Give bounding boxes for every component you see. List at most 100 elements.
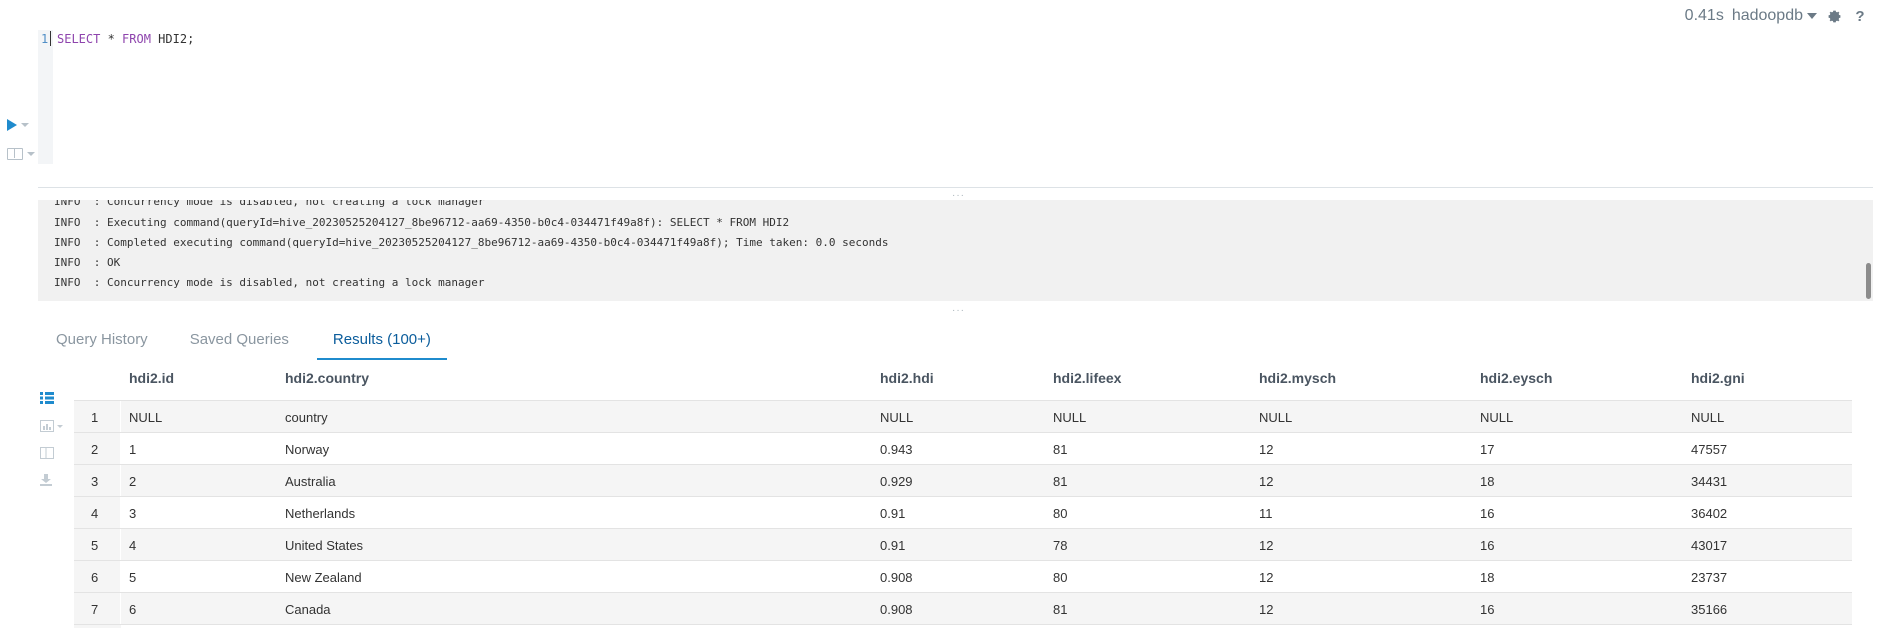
- cell-country: Norway: [285, 442, 330, 457]
- cell-gni: 47557: [1691, 442, 1728, 457]
- query-star: *: [100, 32, 123, 46]
- row-number: 2: [91, 442, 99, 457]
- log-line: INFO : Concurrency mode is disabled, not…: [54, 200, 485, 208]
- cell-lifeex: 78: [1053, 538, 1068, 553]
- cell-mysch: 12: [1259, 474, 1274, 489]
- play-icon[interactable]: [7, 119, 17, 131]
- cell-hdi: 0.929: [880, 474, 913, 489]
- database-selector[interactable]: hadoopdb: [1732, 7, 1817, 25]
- table-header: hdi2.id hdi2.country hdi2.hdi hdi2.lifee…: [74, 361, 1852, 400]
- tab-query-history[interactable]: Query History: [38, 324, 166, 360]
- cell-gni: 34431: [1691, 474, 1728, 489]
- cell-gni: 35166: [1691, 602, 1728, 617]
- log-line: INFO : Executing command(queryId=hive_20…: [54, 216, 790, 229]
- cell-eysch: 16: [1480, 538, 1495, 553]
- cell-mysch: 12: [1259, 570, 1274, 585]
- row-number-cell: 4: [74, 497, 121, 529]
- question-icon[interactable]: ?: [1851, 7, 1869, 25]
- cell-hdi: 0.908: [880, 570, 913, 585]
- chevron-down-icon[interactable]: [27, 152, 35, 156]
- cell-lifeex: 80: [1053, 506, 1068, 521]
- cell-eysch: NULL: [1480, 410, 1514, 425]
- cell-lifeex: NULL: [1053, 410, 1087, 425]
- snippet-actions[interactable]: [7, 148, 35, 160]
- cell-hdi: 0.91: [880, 506, 906, 521]
- column-header[interactable]: hdi2.lifeex: [1053, 370, 1121, 386]
- table-row[interactable]: 2 1 Norway 0.943 81 12 17 47557: [74, 432, 1852, 465]
- chart-icon[interactable]: [40, 419, 64, 437]
- keyword-select: SELECT: [57, 32, 101, 46]
- cell-mysch: 11: [1259, 506, 1273, 521]
- log-line: INFO : OK: [54, 256, 121, 269]
- column-header[interactable]: hdi2.hdi: [880, 370, 934, 386]
- table-row[interactable]: 6 5 New Zealand 0.908 80 12 18 23737: [74, 560, 1852, 593]
- cell-hdi: NULL: [880, 410, 914, 425]
- row-number: 6: [91, 570, 99, 585]
- download-icon[interactable]: [40, 473, 52, 491]
- cell-hdi: 0.908: [880, 602, 913, 617]
- row-number: 4: [91, 506, 99, 521]
- table-row[interactable]: 1 NULL country NULL NULL NULL NULL NULL: [74, 400, 1852, 433]
- top-status-bar: 0.41s hadoopdb ?: [1685, 7, 1869, 25]
- log-scrollbar[interactable]: [1866, 263, 1871, 299]
- sql-editor[interactable]: 1 SELECT * FROM HDI2;: [38, 30, 1873, 164]
- cell-eysch: 17: [1480, 442, 1495, 457]
- book-icon[interactable]: [7, 148, 23, 160]
- table-row[interactable]: 5 4 United States 0.91 78 12 16 43017: [74, 528, 1852, 561]
- cell-eysch: 16: [1480, 506, 1495, 521]
- cell-gni: 36402: [1691, 506, 1728, 521]
- cell-lifeex: 81: [1053, 442, 1068, 457]
- results-table: hdi2.id hdi2.country hdi2.hdi hdi2.lifee…: [74, 361, 1852, 628]
- cell-gni: 43017: [1691, 538, 1728, 553]
- row-number: 1: [91, 410, 99, 425]
- database-name: hadoopdb: [1731, 7, 1803, 24]
- cell-lifeex: 80: [1053, 570, 1068, 585]
- line-number: 1: [41, 32, 49, 46]
- cell-country: United States: [285, 538, 364, 553]
- query-table: HDI2;: [150, 32, 195, 46]
- grid-icon[interactable]: [40, 391, 54, 409]
- row-number-cell: 3: [74, 465, 121, 497]
- execution-time: 0.41s: [1684, 7, 1724, 24]
- cell-gni: 23737: [1691, 570, 1728, 585]
- cell-country: New Zealand: [285, 570, 362, 585]
- column-header[interactable]: hdi2.country: [285, 370, 369, 386]
- row-number-cell: 2: [74, 433, 121, 465]
- cell-id: 5: [129, 570, 137, 585]
- tab-saved-queries[interactable]: Saved Queries: [166, 324, 307, 360]
- cell-mysch: 12: [1259, 538, 1274, 553]
- cell-mysch: NULL: [1259, 410, 1293, 425]
- editor-divider: [38, 187, 1873, 188]
- text-cursor: [50, 31, 51, 46]
- row-number-cell: 1: [74, 401, 121, 433]
- column-header[interactable]: hdi2.id: [129, 370, 174, 386]
- resize-handle[interactable]: ···: [952, 306, 965, 316]
- gear-icon[interactable]: [1825, 7, 1843, 25]
- cell-mysch: 12: [1259, 602, 1274, 617]
- row-number: 7: [91, 602, 99, 617]
- execute-button[interactable]: [7, 119, 29, 131]
- chevron-down-icon[interactable]: [21, 123, 29, 127]
- cell-eysch: 18: [1480, 474, 1495, 489]
- cell-id: 3: [129, 506, 137, 521]
- column-header[interactable]: hdi2.eysch: [1480, 370, 1552, 386]
- cell-country: Australia: [285, 474, 336, 489]
- column-header[interactable]: hdi2.gni: [1691, 370, 1745, 386]
- column-header[interactable]: hdi2.mysch: [1259, 370, 1336, 386]
- columns-icon[interactable]: [40, 446, 54, 464]
- cell-hdi: 0.943: [880, 442, 913, 457]
- cell-id: 2: [129, 474, 137, 489]
- resize-handle[interactable]: ···: [952, 191, 965, 201]
- cell-mysch: 12: [1259, 442, 1274, 457]
- table-row[interactable]: 7 6 Canada 0.908 81 12 16 35166: [74, 592, 1852, 625]
- cell-id: 6: [129, 602, 137, 617]
- cell-id: NULL: [129, 410, 163, 425]
- table-row[interactable]: 4 3 Netherlands 0.91 80 11 16 36402: [74, 496, 1852, 529]
- cell-country: country: [285, 410, 328, 425]
- chevron-down-icon: [1807, 12, 1817, 19]
- table-row-partial: [74, 624, 1852, 628]
- table-row[interactable]: 3 2 Australia 0.929 81 12 18 34431: [74, 464, 1852, 497]
- query-text[interactable]: SELECT * FROM HDI2;: [57, 32, 194, 46]
- tab-results[interactable]: Results (100+): [316, 324, 447, 360]
- cell-country: Netherlands: [285, 506, 356, 521]
